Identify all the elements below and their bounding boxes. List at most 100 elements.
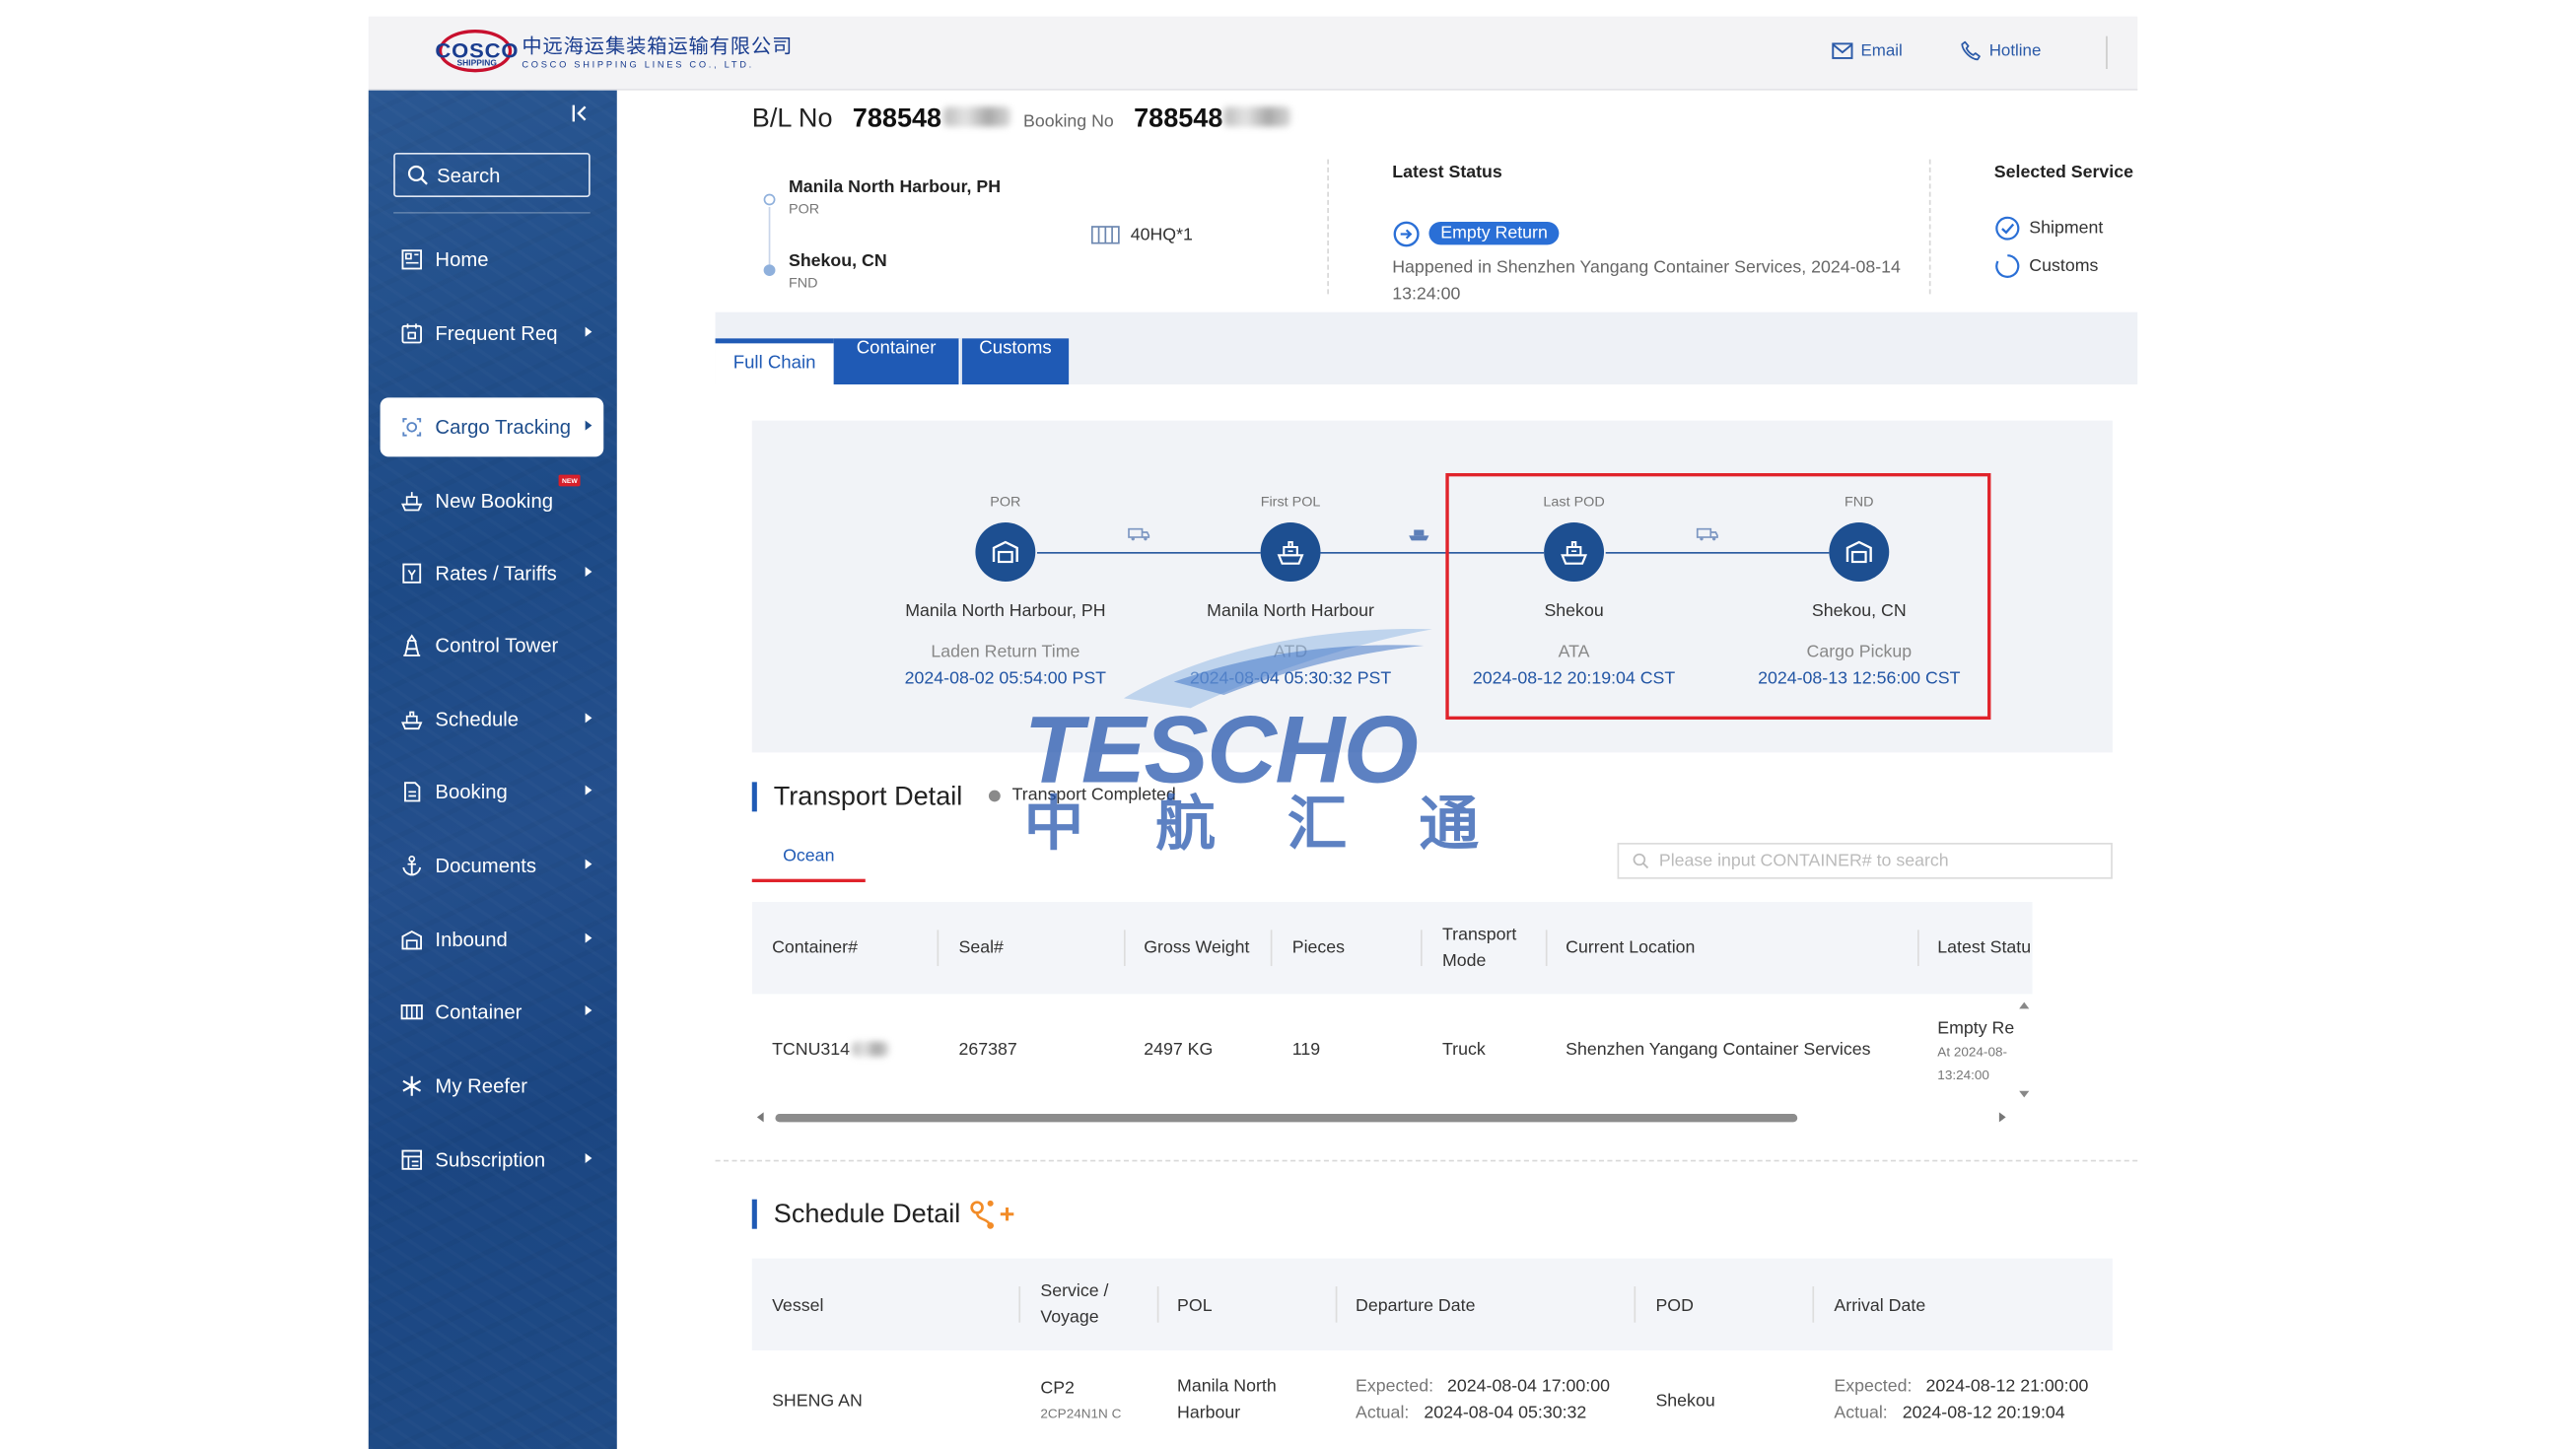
container-search[interactable] xyxy=(1617,843,2113,879)
selected-service-title: Selected Service xyxy=(1993,163,2133,183)
route-add-icon[interactable] xyxy=(967,1198,1020,1230)
container-search-input[interactable] xyxy=(1658,851,2093,871)
sidebar-item-cargo-tracking[interactable]: Cargo Tracking xyxy=(380,397,604,457)
sidebar-item-booking[interactable]: Booking xyxy=(381,762,604,821)
chevron-right-icon xyxy=(585,859,592,869)
booking-label: Booking No xyxy=(1022,111,1114,132)
anchor-icon xyxy=(400,855,424,877)
scroll-left-icon[interactable] xyxy=(756,1112,764,1123)
chevron-right-icon xyxy=(585,1005,592,1016)
bl-label: B/L No xyxy=(751,104,833,134)
cell-vessel: SHENG AN xyxy=(772,1391,863,1412)
cell-seal: 267387 xyxy=(958,1040,1017,1061)
chevron-right-icon xyxy=(585,785,592,795)
email-link[interactable]: Email xyxy=(1831,39,1903,62)
chain-node-por[interactable] xyxy=(975,522,1036,583)
cell-status: Empty Re xyxy=(1937,1018,2015,1039)
transport-detail-title: Transport Detail xyxy=(773,784,963,812)
col-voyage: Voyage xyxy=(1040,1307,1099,1328)
chevron-right-icon xyxy=(585,713,592,724)
sidebar-item-my-reefer[interactable]: My Reefer xyxy=(381,1057,604,1116)
scrollbar-thumb[interactable] xyxy=(775,1114,1798,1123)
cell-voyage: 2CP24N1N C xyxy=(1040,1406,1122,1421)
sidebar-item-label: Inbound xyxy=(435,928,508,952)
sidebar-item-home[interactable]: Home xyxy=(381,230,604,289)
chain-node-first-pol[interactable] xyxy=(1260,522,1321,583)
inbound-icon xyxy=(400,929,424,951)
col-pol: POL xyxy=(1177,1296,1213,1317)
col-seal: Seal# xyxy=(958,937,1004,958)
hotline-link[interactable]: Hotline xyxy=(1959,39,2041,62)
logo-chinese-name: 中远海运集装箱运输有限公司 xyxy=(522,34,794,58)
logo-english-name: COSCO SHIPPING LINES CO., LTD. xyxy=(522,60,754,71)
collapse-sidebar-icon[interactable] xyxy=(569,102,592,124)
status-location: Happened in Shenzhen Yangang Container S… xyxy=(1392,257,1901,278)
search-icon xyxy=(407,165,428,185)
dep-actual-label: Actual: xyxy=(1356,1403,1410,1423)
ship-icon xyxy=(1277,541,1304,565)
sidebar-item-control-tower[interactable]: Control Tower xyxy=(381,616,604,675)
scroll-up-icon[interactable] xyxy=(2019,1001,2030,1009)
sidebar-item-container[interactable]: Container xyxy=(381,983,604,1042)
transport-status: Transport Completed xyxy=(1011,785,1176,805)
col-service: Service / xyxy=(1040,1281,1109,1302)
destination-type: FND xyxy=(788,274,818,292)
sidebar-item-label: Documents xyxy=(435,854,537,878)
arr-expected: 2024-08-12 21:00:00 xyxy=(1925,1376,2089,1397)
sidebar-item-label: Container xyxy=(435,1000,522,1024)
node-event: ATD xyxy=(1273,642,1308,662)
cell-weight: 2497 KG xyxy=(1144,1040,1214,1061)
sidebar-divider xyxy=(393,212,591,214)
tab-customs[interactable]: Customs xyxy=(961,338,1070,385)
envelope-icon xyxy=(1832,42,1853,59)
screen: COSCO SHIPPING 中远海运集装箱运输有限公司 COSCO SHIPP… xyxy=(0,0,2576,1449)
cosco-logo[interactable]: COSCO SHIPPING 中远海运集装箱运输有限公司 COSCO SHIPP… xyxy=(435,27,793,76)
route-line xyxy=(768,207,771,267)
truck-icon xyxy=(1128,527,1150,541)
frequent-icon xyxy=(400,322,424,345)
sidebar-search[interactable]: Search xyxy=(393,153,591,198)
col-departure-date: Departure Date xyxy=(1356,1296,1476,1317)
col-pieces: Pieces xyxy=(1291,937,1346,958)
sidebar-item-rates-tariffs[interactable]: Rates / Tariffs xyxy=(381,544,604,603)
cell-service: CP2 xyxy=(1040,1378,1075,1399)
cell-status-at: At 2024-08- xyxy=(1937,1045,2008,1061)
dep-actual: 2024-08-04 05:30:32 xyxy=(1424,1403,1587,1423)
summary-divider xyxy=(1327,159,1329,295)
col-vessel: Vessel xyxy=(772,1296,824,1317)
sidebar-item-schedule[interactable]: Schedule xyxy=(381,690,604,749)
warehouse-icon xyxy=(992,540,1018,564)
cell-pol: Manila North xyxy=(1177,1376,1277,1397)
check-circle-icon xyxy=(1995,216,2020,241)
booking-ship-icon xyxy=(400,490,424,513)
sidebar: Search Home Frequent Req Cargo Tracking … xyxy=(368,90,617,1449)
scroll-down-icon[interactable] xyxy=(2019,1090,2030,1098)
node-name: Manila North Harbour, PH xyxy=(905,601,1106,622)
sidebar-item-label: Home xyxy=(435,247,489,272)
home-icon xyxy=(400,248,424,271)
loading-circle-icon xyxy=(1995,254,2020,278)
sidebar-item-documents[interactable]: Documents xyxy=(381,836,604,895)
arr-expected-label: Expected: xyxy=(1834,1376,1913,1397)
sidebar-item-label: New Booking xyxy=(435,489,554,514)
sidebar-item-subscription[interactable]: Subscription xyxy=(381,1131,604,1190)
redacted-mark xyxy=(942,106,1010,127)
sidebar-item-frequent-req[interactable]: Frequent Req xyxy=(381,304,604,363)
scroll-right-icon[interactable] xyxy=(1998,1112,2006,1123)
email-label: Email xyxy=(1860,41,1903,60)
chain-connector xyxy=(1036,552,1261,554)
tab-container[interactable]: Container xyxy=(833,338,961,385)
node-type: First POL xyxy=(1260,493,1321,510)
sidebar-search-label: Search xyxy=(437,163,501,187)
tab-full-chain[interactable]: Full Chain xyxy=(715,338,834,385)
sidebar-item-label: Rates / Tariffs xyxy=(435,562,557,586)
sidebar-item-inbound[interactable]: Inbound xyxy=(381,910,604,969)
sidebar-item-label: Control Tower xyxy=(435,634,559,657)
sidebar-item-new-booking[interactable]: New Booking NEW xyxy=(381,471,604,530)
node-name: Manila North Harbour xyxy=(1207,601,1374,622)
cosco-logo-mark: COSCO SHIPPING xyxy=(435,27,519,76)
tab-ocean[interactable]: Ocean xyxy=(751,846,866,883)
header-divider xyxy=(2106,35,2108,70)
status-time: 13:24:00 xyxy=(1392,284,1461,305)
booking-number: 788548 xyxy=(1134,104,1223,134)
